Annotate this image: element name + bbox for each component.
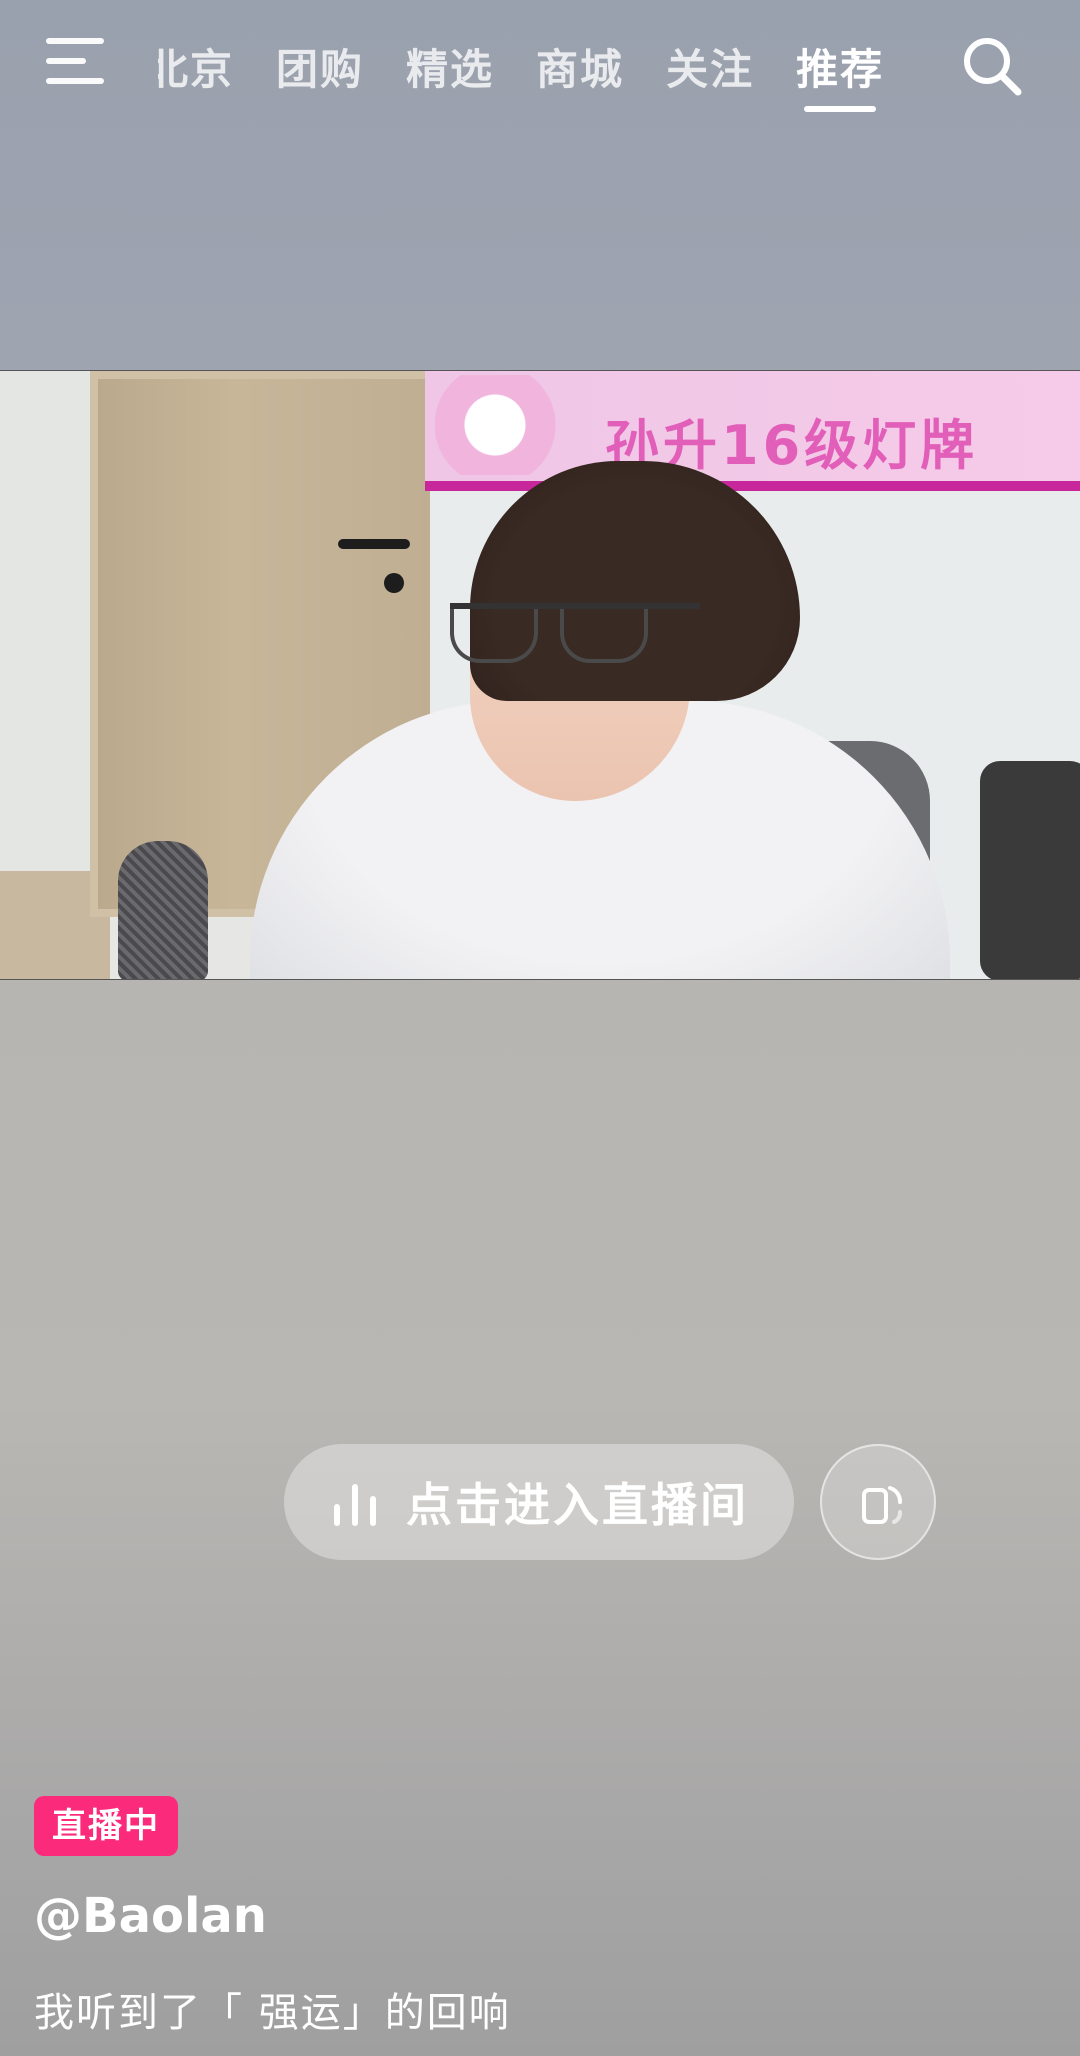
top-nav: 北京 团购 精选 商城 关注 推荐: [0, 0, 1080, 140]
tab-mall[interactable]: 商城: [536, 30, 624, 97]
live-status-badge: 直播中: [34, 1796, 178, 1856]
tab-group-buy[interactable]: 团购: [276, 30, 364, 97]
door-knob: [384, 573, 404, 593]
door-handle: [338, 539, 410, 549]
tab-beijing[interactable]: 北京: [158, 30, 234, 97]
audio-bars-icon: [332, 1478, 380, 1526]
tab-following[interactable]: 关注: [666, 30, 754, 97]
streamer-glasses: [450, 603, 700, 679]
author-name[interactable]: @Baolan: [34, 1888, 267, 1944]
tab-featured[interactable]: 精选: [406, 30, 494, 97]
video-caption: 我听到了「 强运」的回响: [34, 1990, 511, 2036]
search-icon[interactable]: [960, 34, 1024, 98]
banner-decoration: [435, 375, 585, 475]
rotate-screen-button[interactable]: [820, 1444, 936, 1560]
enter-live-room-button[interactable]: 点击进入直播间: [284, 1444, 794, 1560]
enter-live-room-label: 点击进入直播间: [406, 1478, 749, 1532]
microphone: [118, 841, 208, 979]
nav-tabs: 北京 团购 精选 商城 关注 推荐: [140, 30, 884, 110]
rotate-screen-icon: [862, 1486, 902, 1524]
appliance: [980, 761, 1080, 979]
live-video-frame[interactable]: 孙升16级灯牌: [0, 370, 1080, 980]
tab-recommended[interactable]: 推荐: [796, 30, 884, 97]
menu-icon[interactable]: [46, 38, 106, 86]
pink-banner: 孙升16级灯牌: [425, 371, 1080, 491]
